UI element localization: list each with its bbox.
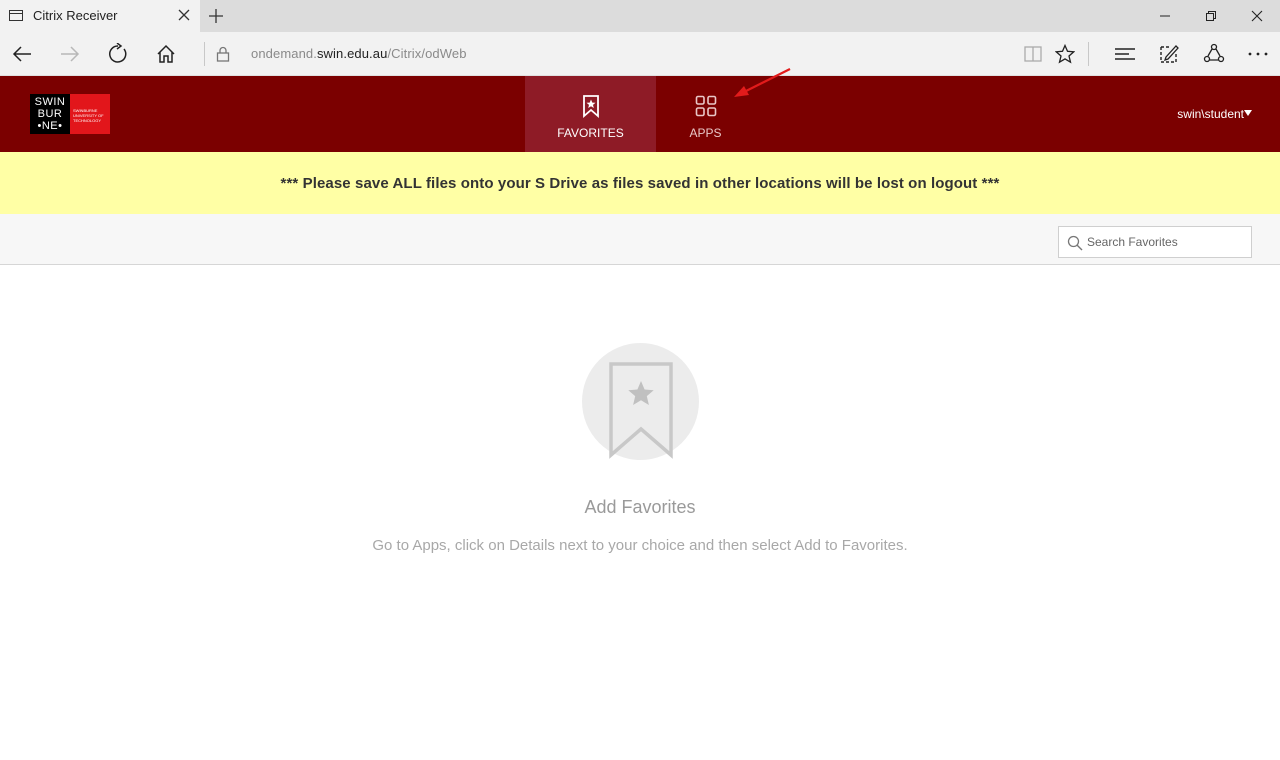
url-field[interactable]: ondemand.swin.edu.au/Citrix/odWeb [251, 46, 467, 61]
bookmark-star-icon [582, 95, 599, 118]
apps-grid-icon [695, 95, 716, 117]
arrow-left-icon [12, 46, 31, 62]
back-button[interactable] [0, 32, 44, 76]
more-dots-icon [1248, 52, 1268, 56]
new-tab-icon[interactable] [206, 6, 226, 26]
swinburne-logo: SWIN BUR •NE• SWINBURNE UNIVERSITY OF TE… [30, 94, 110, 134]
restore-icon [1206, 11, 1216, 21]
search-icon [1067, 235, 1083, 251]
hub-icon [1115, 48, 1135, 60]
tab-favorites-label: FAVORITES [557, 126, 624, 140]
minimize-icon [1160, 15, 1170, 17]
url-prefix: ondemand. [251, 46, 317, 61]
close-icon [1251, 10, 1263, 22]
app-header: SWIN BUR •NE• SWINBURNE UNIVERSITY OF TE… [0, 76, 1280, 152]
home-icon [157, 44, 175, 63]
browser-tab[interactable]: Citrix Receiver [0, 0, 200, 32]
web-note-button[interactable] [1149, 32, 1189, 76]
logo-line: BUR [37, 108, 63, 120]
annotation-arrow-icon [734, 68, 791, 97]
address-separator [204, 42, 205, 66]
close-window-button[interactable] [1234, 0, 1280, 32]
browser-address-bar: ondemand.swin.edu.au/Citrix/odWeb [0, 32, 1280, 76]
search-input[interactable] [1087, 227, 1247, 257]
hub-button[interactable] [1105, 32, 1145, 76]
logo-subtext: SWINBURNE UNIVERSITY OF TECHNOLOGY [70, 94, 110, 134]
refresh-button[interactable] [96, 32, 140, 76]
share-icon [1203, 43, 1225, 63]
page-icon [9, 10, 23, 21]
favorite-star-button[interactable] [1045, 32, 1085, 76]
browser-tab-title: Citrix Receiver [33, 8, 118, 23]
logo-line: •NE• [37, 120, 63, 132]
restore-button[interactable] [1188, 0, 1234, 32]
empty-state-description: Go to Apps, click on Details next to you… [372, 537, 908, 554]
notice-banner: *** Please save ALL files onto your S Dr… [0, 152, 1280, 214]
logo-wordmark: SWIN BUR •NE• [30, 94, 70, 134]
browser-tab-bar: Citrix Receiver [0, 0, 1280, 32]
url-path: /Citrix/odWeb [387, 46, 467, 61]
lock-icon[interactable] [214, 45, 232, 63]
refresh-icon [109, 43, 127, 63]
caret-down-icon[interactable] [1244, 110, 1252, 116]
pen-note-icon [1160, 45, 1179, 63]
empty-state-illustration [582, 343, 699, 460]
minimize-button[interactable] [1142, 0, 1188, 32]
toolbar-separator [1088, 42, 1089, 66]
logo-line: SWIN [34, 96, 66, 108]
tab-apps-label: APPS [689, 126, 722, 140]
close-tab-icon[interactable] [176, 7, 192, 23]
book-icon [1024, 46, 1042, 62]
notice-text: *** Please save ALL files onto your S Dr… [280, 174, 1000, 192]
tab-favorites[interactable]: FAVORITES [525, 76, 656, 152]
search-box[interactable] [1058, 226, 1252, 258]
empty-state-title: Add Favorites [584, 497, 696, 517]
share-button[interactable] [1194, 32, 1234, 76]
arrow-right-icon [61, 46, 80, 62]
forward-button[interactable] [48, 32, 92, 76]
user-menu[interactable]: swin\student [1177, 107, 1244, 121]
star-icon [1055, 44, 1075, 64]
home-button[interactable] [144, 32, 188, 76]
more-button[interactable] [1238, 32, 1278, 76]
content-toolbar [0, 214, 1280, 265]
bookmark-star-icon [609, 362, 673, 459]
url-host: swin.edu.au [316, 46, 388, 61]
